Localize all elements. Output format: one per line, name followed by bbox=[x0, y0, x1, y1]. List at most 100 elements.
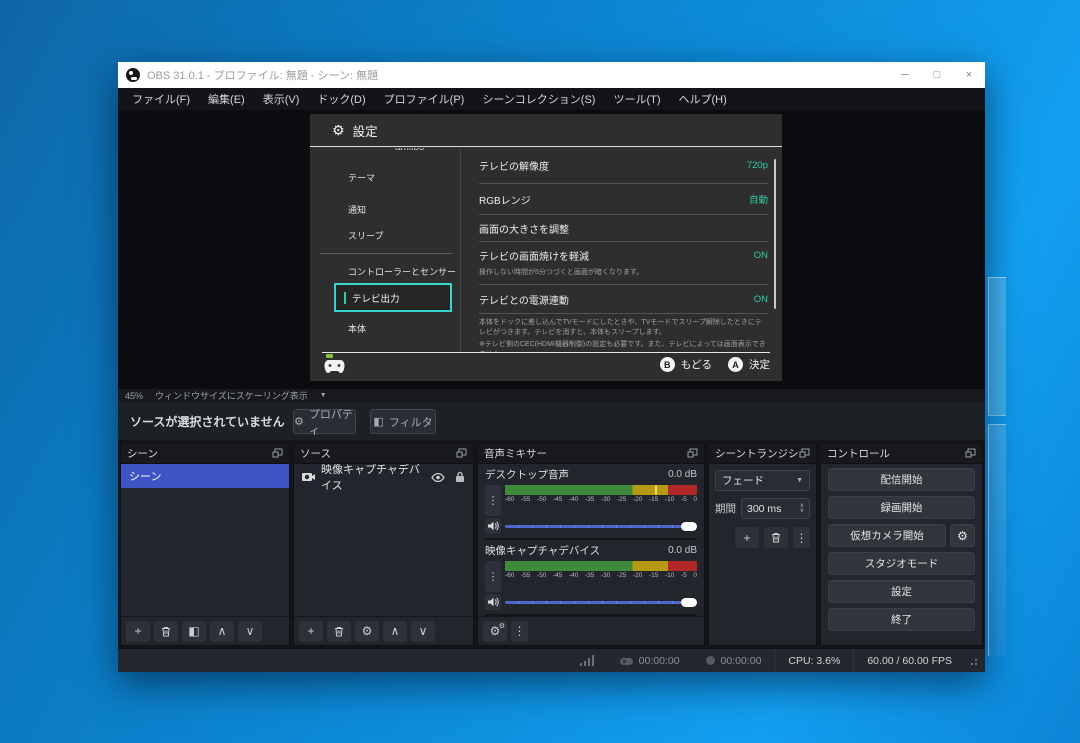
spinner-arrows[interactable]: ∧∨ bbox=[800, 504, 804, 514]
start-virtual-camera-button[interactable]: 仮想カメラ開始 bbox=[828, 524, 946, 547]
setting-row-tv-power-link: テレビとの電源連動ON bbox=[479, 285, 768, 314]
menu-file[interactable]: ファイル(F) bbox=[123, 91, 199, 107]
transition-menu-button[interactable]: ⋮ bbox=[793, 527, 810, 548]
sidebar-separator bbox=[320, 253, 452, 254]
mixer-header: 音声ミキサー bbox=[478, 443, 704, 464]
switch-settings-content: テレビの解像度720p RGBレンジ自動 画面の大きさを調整 テレビの画面焼けを… bbox=[460, 148, 782, 352]
duration-spinner[interactable]: 300 ms ∧∨ bbox=[741, 498, 810, 519]
stream-time-segment: 00:00:00 bbox=[607, 649, 693, 672]
mixer-channel-video-capture: 映像キャプチャデバイス 0.0 dB ⋮ -60-55-50-45-40-35-… bbox=[478, 540, 704, 616]
exit-button[interactable]: 終了 bbox=[828, 608, 975, 631]
resize-grip[interactable] bbox=[969, 657, 977, 665]
mixer-channel-desktop-audio: デスクトップ音声 0.0 dB ⋮ -60-55-50-45-40-35-30-… bbox=[478, 464, 704, 540]
source-up-button[interactable]: ∧ bbox=[383, 621, 407, 642]
filters-button[interactable]: ◧ フィルタ bbox=[370, 409, 436, 434]
scale-mode-label[interactable]: ウィンドウサイズにスケーリング表示 bbox=[155, 389, 308, 402]
settings-button[interactable]: 設定 bbox=[828, 580, 975, 603]
controls-header: コントロール bbox=[821, 443, 982, 464]
controls-panel: コントロール 配信開始 録画開始 仮想カメラ開始 ⚙ スタジオモード 設定 終了 bbox=[820, 442, 983, 646]
minimize-button[interactable]: ─ bbox=[889, 62, 921, 88]
obs-window: OBS 31.0.1 - プロファイル: 無題 - シーン: 無題 ─ □ × … bbox=[118, 62, 985, 672]
popout-icon[interactable] bbox=[799, 448, 810, 458]
mute-speaker-icon[interactable] bbox=[485, 594, 501, 610]
volume-slider[interactable] bbox=[505, 519, 697, 533]
transition-select[interactable]: フェード ▼ bbox=[715, 470, 810, 491]
channel-menu-button[interactable]: ⋮ bbox=[485, 485, 501, 516]
peak-indicator bbox=[655, 485, 657, 495]
sidebar-item-sleep: スリープ bbox=[348, 229, 383, 242]
maximize-button[interactable]: □ bbox=[921, 62, 953, 88]
menu-profile[interactable]: プロファイル(P) bbox=[375, 91, 474, 107]
scale-dropdown-icon[interactable]: ▼ bbox=[320, 392, 327, 399]
popout-icon[interactable] bbox=[687, 448, 698, 458]
scenes-toolbar: + ◧ ∧ ∨ bbox=[121, 616, 289, 645]
scenes-header: シーン bbox=[121, 443, 289, 464]
menubar: ファイル(F) 編集(E) 表示(V) ドック(D) プロファイル(P) シーン… bbox=[118, 88, 985, 110]
selection-tick bbox=[344, 292, 346, 304]
menu-edit[interactable]: 編集(E) bbox=[199, 91, 254, 107]
setting-row-burnin-reduction: テレビの画面焼けを軽減ON bbox=[479, 242, 768, 268]
power-link-note: 本体をドックに差し込んでTVモードにしたときや、TVモードでスリープ解除したとき… bbox=[479, 314, 768, 340]
slider-handle[interactable] bbox=[681, 598, 697, 607]
channel-level: 0.0 dB bbox=[668, 469, 697, 480]
scene-up-button[interactable]: ∧ bbox=[210, 621, 234, 642]
remove-transition-button[interactable] bbox=[764, 527, 788, 548]
menu-tools[interactable]: ツール(T) bbox=[604, 91, 669, 107]
captured-switch-settings-screen[interactable]: ⚙ 設定 amiibo テーマ 通知 スリープ コントローラーとセンサー テレビ… bbox=[310, 114, 782, 381]
switch-settings-header: ⚙ 設定 bbox=[310, 114, 782, 147]
start-recording-button[interactable]: 録画開始 bbox=[828, 496, 975, 519]
popout-icon[interactable] bbox=[965, 448, 976, 458]
preview-canvas[interactable]: ⚙ 設定 amiibo テーマ 通知 スリープ コントローラーとセンサー テレビ… bbox=[118, 110, 985, 388]
add-source-button[interactable]: + bbox=[299, 621, 323, 642]
source-list-item[interactable]: 映像キャプチャデバイス bbox=[294, 464, 473, 490]
titlebar[interactable]: OBS 31.0.1 - プロファイル: 無題 - シーン: 無題 ─ □ × bbox=[118, 62, 985, 88]
statusbar: 00:00:00 00:00:00 CPU: 3.6% 60.00 / 60.0… bbox=[118, 648, 985, 672]
channel-name: 映像キャプチャデバイス bbox=[485, 543, 600, 558]
advanced-audio-button[interactable]: ⚙⚙ bbox=[483, 621, 507, 642]
channel-menu-button[interactable]: ⋮ bbox=[485, 561, 501, 592]
studio-mode-button[interactable]: スタジオモード bbox=[828, 552, 975, 575]
properties-button[interactable]: ⚙ プロパティ bbox=[293, 409, 356, 434]
record-time-segment: 00:00:00 bbox=[693, 649, 775, 672]
scene-transitions-panel: シーントランジション フェード ▼ 期間 300 ms ∧∨ bbox=[708, 442, 817, 646]
mute-speaker-icon[interactable] bbox=[485, 518, 501, 534]
duration-label: 期間 bbox=[715, 501, 736, 516]
start-streaming-button[interactable]: 配信開始 bbox=[828, 468, 975, 491]
source-properties-button[interactable]: ⚙ bbox=[355, 621, 379, 642]
visibility-eye-icon[interactable] bbox=[431, 473, 445, 482]
close-button[interactable]: × bbox=[953, 62, 985, 88]
meter-scale: -60-55-50-45-40-35-30-25-20-15-10-50 bbox=[505, 496, 697, 503]
scene-list-item-selected[interactable]: シーン bbox=[121, 464, 289, 488]
volume-meter bbox=[505, 561, 697, 571]
scene-down-button[interactable]: ∨ bbox=[238, 621, 262, 642]
remove-scene-button[interactable] bbox=[154, 621, 178, 642]
slider-handle[interactable] bbox=[681, 522, 697, 531]
b-button-icon: B bbox=[660, 357, 675, 372]
menu-docks[interactable]: ドック(D) bbox=[308, 91, 374, 107]
source-toolbar: ソースが選択されていません ⚙ プロパティ ◧ フィルタ bbox=[118, 402, 985, 440]
menu-view[interactable]: 表示(V) bbox=[254, 91, 309, 107]
remove-source-button[interactable] bbox=[327, 621, 351, 642]
virtual-camera-settings-button[interactable]: ⚙ bbox=[950, 524, 975, 547]
mixer-menu-button[interactable]: ⋮ bbox=[511, 621, 528, 642]
sources-panel: ソース 映像キャプチャデバイス bbox=[293, 442, 474, 646]
scene-filters-button[interactable]: ◧ bbox=[182, 621, 206, 642]
setting-row-tv-resolution: テレビの解像度720p bbox=[479, 148, 768, 184]
switch-scrollbar bbox=[774, 159, 776, 309]
popout-icon[interactable] bbox=[272, 448, 283, 458]
wallpaper-light-beam-lower bbox=[988, 424, 1006, 656]
dock-area: シーン シーン + ◧ ∧ ∨ ソース bbox=[118, 440, 985, 648]
add-scene-button[interactable]: + bbox=[126, 621, 150, 642]
source-down-button[interactable]: ∨ bbox=[411, 621, 435, 642]
lock-icon[interactable] bbox=[455, 471, 465, 483]
popout-icon[interactable] bbox=[456, 448, 467, 458]
switch-footer-bar: B もどる A 決定 bbox=[310, 352, 782, 381]
menu-scene-collection[interactable]: シーンコレクション(S) bbox=[473, 91, 604, 107]
add-transition-button[interactable]: + bbox=[735, 527, 759, 548]
controller-connected-indicator bbox=[326, 354, 333, 358]
switch-settings-title: 設定 bbox=[353, 121, 378, 140]
menu-help[interactable]: ヘルプ(H) bbox=[670, 91, 736, 107]
volume-slider[interactable] bbox=[505, 595, 697, 609]
audio-mixer-panel: 音声ミキサー デスクトップ音声 0.0 dB ⋮ -60 bbox=[477, 442, 705, 646]
confirm-hint: A 決定 bbox=[728, 357, 770, 372]
